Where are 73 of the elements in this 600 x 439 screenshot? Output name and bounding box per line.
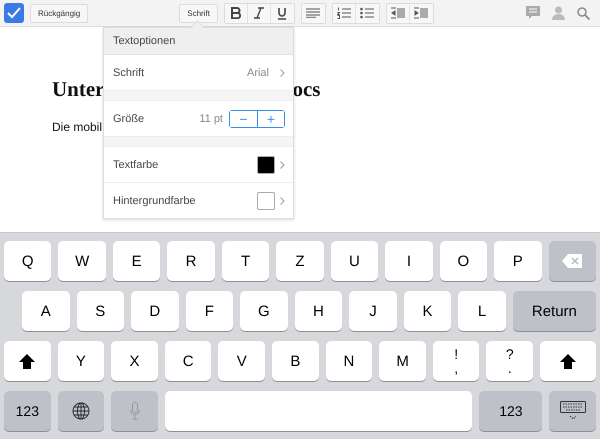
bullet-list-button[interactable]: [356, 4, 379, 22]
font-row[interactable]: Schrift Arial: [104, 55, 293, 90]
bold-button[interactable]: [224, 4, 248, 22]
outdent-icon: [390, 7, 405, 19]
letter-key[interactable]: P: [494, 241, 542, 281]
underline-button[interactable]: [270, 4, 294, 22]
italic-button[interactable]: [248, 4, 271, 22]
shift-arrow-icon: [19, 354, 36, 368]
letter-key[interactable]: D: [131, 291, 179, 331]
letter-key[interactable]: Q: [4, 241, 52, 281]
letter-key[interactable]: V: [218, 341, 266, 381]
bullet-list-icon: [360, 7, 374, 19]
letter-key[interactable]: B: [272, 341, 319, 381]
bold-icon: [230, 7, 242, 19]
outdent-button[interactable]: [386, 4, 410, 22]
shift-key[interactable]: [540, 341, 596, 381]
checkmark-icon: [7, 7, 21, 19]
indent-button[interactable]: [410, 4, 433, 22]
chevron-icon: [280, 160, 285, 168]
hide-keyboard-icon: [560, 401, 586, 421]
globe-icon: [72, 402, 90, 420]
letter-key[interactable]: E: [112, 241, 160, 281]
numbered-list-button[interactable]: [332, 4, 356, 22]
letter-key[interactable]: L: [458, 291, 506, 331]
popover-title: Textoptionen: [113, 35, 176, 47]
letter-key[interactable]: C: [164, 341, 212, 381]
size-value: 11 pt: [199, 112, 223, 124]
return-key[interactable]: Return: [512, 291, 596, 331]
letter-key[interactable]: M: [379, 341, 426, 381]
punctuation-key[interactable]: ! ,: [432, 341, 480, 381]
letter-key[interactable]: J: [349, 291, 397, 331]
globe-key[interactable]: [58, 391, 104, 431]
chevron-icon: [280, 196, 285, 204]
letter-key[interactable]: O: [440, 241, 488, 281]
document-text: Die mobil: [52, 120, 104, 134]
letter-key[interactable]: F: [186, 291, 234, 331]
indent-icon: [414, 7, 428, 19]
document-heading: Unter: [52, 77, 104, 102]
letter-key[interactable]: K: [404, 291, 452, 331]
punctuation-key[interactable]: ? .: [486, 341, 534, 381]
microphone-icon: [130, 402, 140, 420]
shift-key[interactable]: [4, 341, 51, 381]
letter-key[interactable]: R: [167, 241, 215, 281]
underline-icon: [276, 6, 288, 20]
letter-key[interactable]: I: [385, 241, 433, 281]
search-icon[interactable]: [577, 6, 590, 20]
undo-button[interactable]: Rückgängig: [30, 4, 88, 22]
color-row[interactable]: Hintergrundfarbe: [104, 182, 293, 218]
document-heading: ocs: [292, 77, 320, 102]
shift-arrow-icon: [560, 354, 576, 368]
font-button[interactable]: Schrift: [179, 4, 218, 22]
hide-keyboard-key[interactable]: [549, 391, 596, 431]
color-row[interactable]: Textfarbe: [104, 147, 293, 182]
done-button[interactable]: [4, 3, 24, 23]
letter-key[interactable]: Y: [58, 341, 104, 381]
numbered-list-icon: [336, 7, 351, 19]
chevron-icon: [280, 68, 285, 76]
letter-key[interactable]: S: [76, 291, 124, 331]
letter-key[interactable]: G: [240, 291, 288, 331]
numbers-key[interactable]: 123: [4, 391, 51, 431]
letter-key[interactable]: X: [111, 341, 158, 381]
letter-key[interactable]: Z: [276, 241, 324, 281]
letter-key[interactable]: U: [330, 241, 378, 281]
italic-icon: [252, 7, 265, 19]
letter-key[interactable]: N: [326, 341, 372, 381]
letter-key[interactable]: W: [58, 241, 106, 281]
align-icon: [306, 8, 320, 18]
letter-key[interactable]: T: [222, 241, 270, 281]
numbers-key[interactable]: 123: [479, 391, 542, 431]
backspace-icon: [562, 254, 582, 268]
size-label: Größe: [113, 112, 146, 124]
letter-key[interactable]: H: [294, 291, 342, 331]
letter-key[interactable]: A: [22, 291, 70, 331]
